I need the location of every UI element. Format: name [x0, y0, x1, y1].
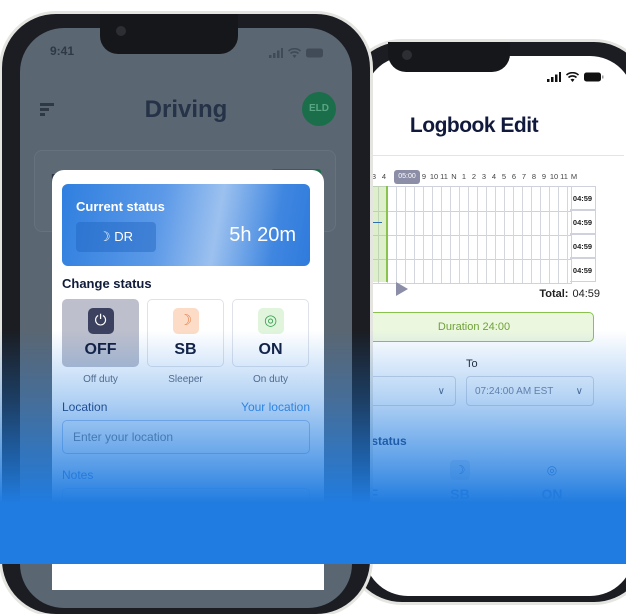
header-divider	[364, 155, 624, 156]
on-duty-icon: ◎	[257, 308, 284, 334]
hour-label: 2	[471, 172, 477, 181]
status-option-sb[interactable]: ☽ SB	[147, 299, 224, 367]
to-label: To	[466, 358, 478, 370]
hour-label: M	[570, 172, 578, 181]
hour-label: 10	[549, 172, 559, 181]
current-status-pill: ☽ DR	[76, 222, 156, 252]
logbook-grid[interactable]	[364, 186, 572, 284]
hour-label: 7	[521, 172, 527, 181]
drag-handle-icon[interactable]	[396, 282, 408, 296]
hour-label: 9	[421, 172, 427, 181]
grid-row-dr[interactable]	[364, 235, 571, 260]
time-cursor-badge[interactable]: 05:00	[394, 170, 420, 184]
wifi-icon	[288, 48, 301, 58]
status-option-off[interactable]: ⏻ OFF	[364, 456, 404, 512]
grid-row-off[interactable]	[364, 187, 571, 212]
driving-icon: ☽	[98, 229, 115, 244]
hour-label: N	[451, 172, 457, 181]
signal-icon	[269, 48, 283, 58]
status-option-on[interactable]: ◎ ON	[232, 299, 309, 367]
signal-icon	[547, 72, 561, 82]
current-status-duration: 5h 20m	[229, 224, 296, 246]
on-duty-icon: ◎	[546, 463, 558, 477]
current-status-code: DR	[114, 229, 134, 244]
status-option-off[interactable]: ⏻ OFF	[62, 299, 139, 367]
total-line: Total: 04:59	[539, 288, 600, 300]
row-total: 04:59	[570, 210, 596, 234]
status-bar-icons	[269, 48, 326, 58]
status-time: 9:41	[50, 44, 75, 58]
hour-label: 11	[560, 172, 568, 181]
status-option-on[interactable]: ◎ ON	[512, 456, 592, 512]
status-label: Off duty	[83, 374, 118, 385]
hour-label: 5	[501, 172, 507, 181]
hour-label: 9	[541, 172, 547, 181]
camera-icon	[116, 26, 126, 36]
notes-input[interactable]	[62, 488, 310, 522]
status-label: Sleeper	[168, 374, 203, 385]
hour-label: 4	[491, 172, 497, 181]
power-icon: ⏻	[87, 308, 114, 334]
duration-banner: Duration 24:00	[364, 312, 594, 342]
to-time-value: 07:24:00 AM EST	[475, 386, 554, 397]
camera-icon	[402, 50, 412, 60]
status-code: SB	[450, 486, 470, 502]
grid-row-on[interactable]	[364, 259, 571, 283]
sleeper-icon: ☽	[172, 308, 199, 334]
change-status-title: Change status	[364, 434, 437, 448]
battery-icon	[584, 72, 604, 82]
logbook-screen: Logbook Edit 34891011N1234567891011M 05:…	[364, 56, 626, 596]
total-value: 04:59	[572, 288, 600, 300]
to-time-select[interactable]: 07:24:00 AM EST ∨	[466, 376, 594, 406]
row-total: 04:59	[570, 186, 596, 210]
grid-row-sb[interactable]	[364, 211, 571, 236]
notes-label: Notes	[62, 468, 94, 482]
status-code: OFF	[364, 486, 378, 502]
row-totals: 04:59 04:59 04:59 04:59	[570, 186, 596, 282]
hour-label: 10	[429, 172, 439, 181]
hour-label: 3	[371, 172, 377, 181]
logbook-phone: Logbook Edit 34891011N1234567891011M 05:…	[348, 42, 626, 602]
from-time-select[interactable]: 07:24:00 AM EST ∨	[364, 376, 456, 406]
hour-label: 3	[481, 172, 487, 181]
page-title: Logbook Edit	[409, 114, 539, 137]
location-label: Location	[62, 400, 108, 414]
hour-label: 6	[511, 172, 517, 181]
hour-label: 8	[531, 172, 537, 181]
avatar[interactable]: ELD	[302, 92, 336, 126]
status-code: ON	[258, 341, 283, 358]
location-input[interactable]	[62, 420, 310, 454]
total-label: Total:	[539, 288, 569, 300]
status-bar-icons	[547, 72, 604, 82]
status-label: On duty	[252, 374, 289, 385]
hour-label: 4	[381, 172, 387, 181]
chevron-down-icon: ∨	[437, 386, 445, 397]
hour-label: 11	[440, 172, 448, 181]
status-code: ON	[541, 486, 563, 502]
wifi-icon	[566, 72, 579, 82]
status-option-sb[interactable]: ☽ SB	[420, 456, 500, 512]
phone-notch	[388, 42, 510, 72]
status-code: SB	[174, 341, 197, 358]
your-location-link[interactable]: Your location	[241, 400, 310, 414]
battery-icon	[306, 48, 323, 58]
change-status-modal: Current status ☽ DR 5h 20m Change status…	[52, 170, 324, 590]
change-status-text: Change status	[364, 434, 407, 448]
current-status-title: Current status	[76, 199, 165, 214]
row-total: 04:59	[570, 234, 596, 258]
phone-notch	[100, 14, 238, 54]
status-code: OFF	[84, 341, 117, 358]
sleeper-icon: ☽	[450, 460, 470, 480]
change-status-title: Change status	[62, 276, 152, 291]
current-status-card: Current status ☽ DR 5h 20m	[62, 184, 310, 266]
row-total: 04:59	[570, 258, 596, 282]
chevron-down-icon: ∨	[575, 386, 583, 397]
hour-label: 1	[461, 172, 467, 181]
